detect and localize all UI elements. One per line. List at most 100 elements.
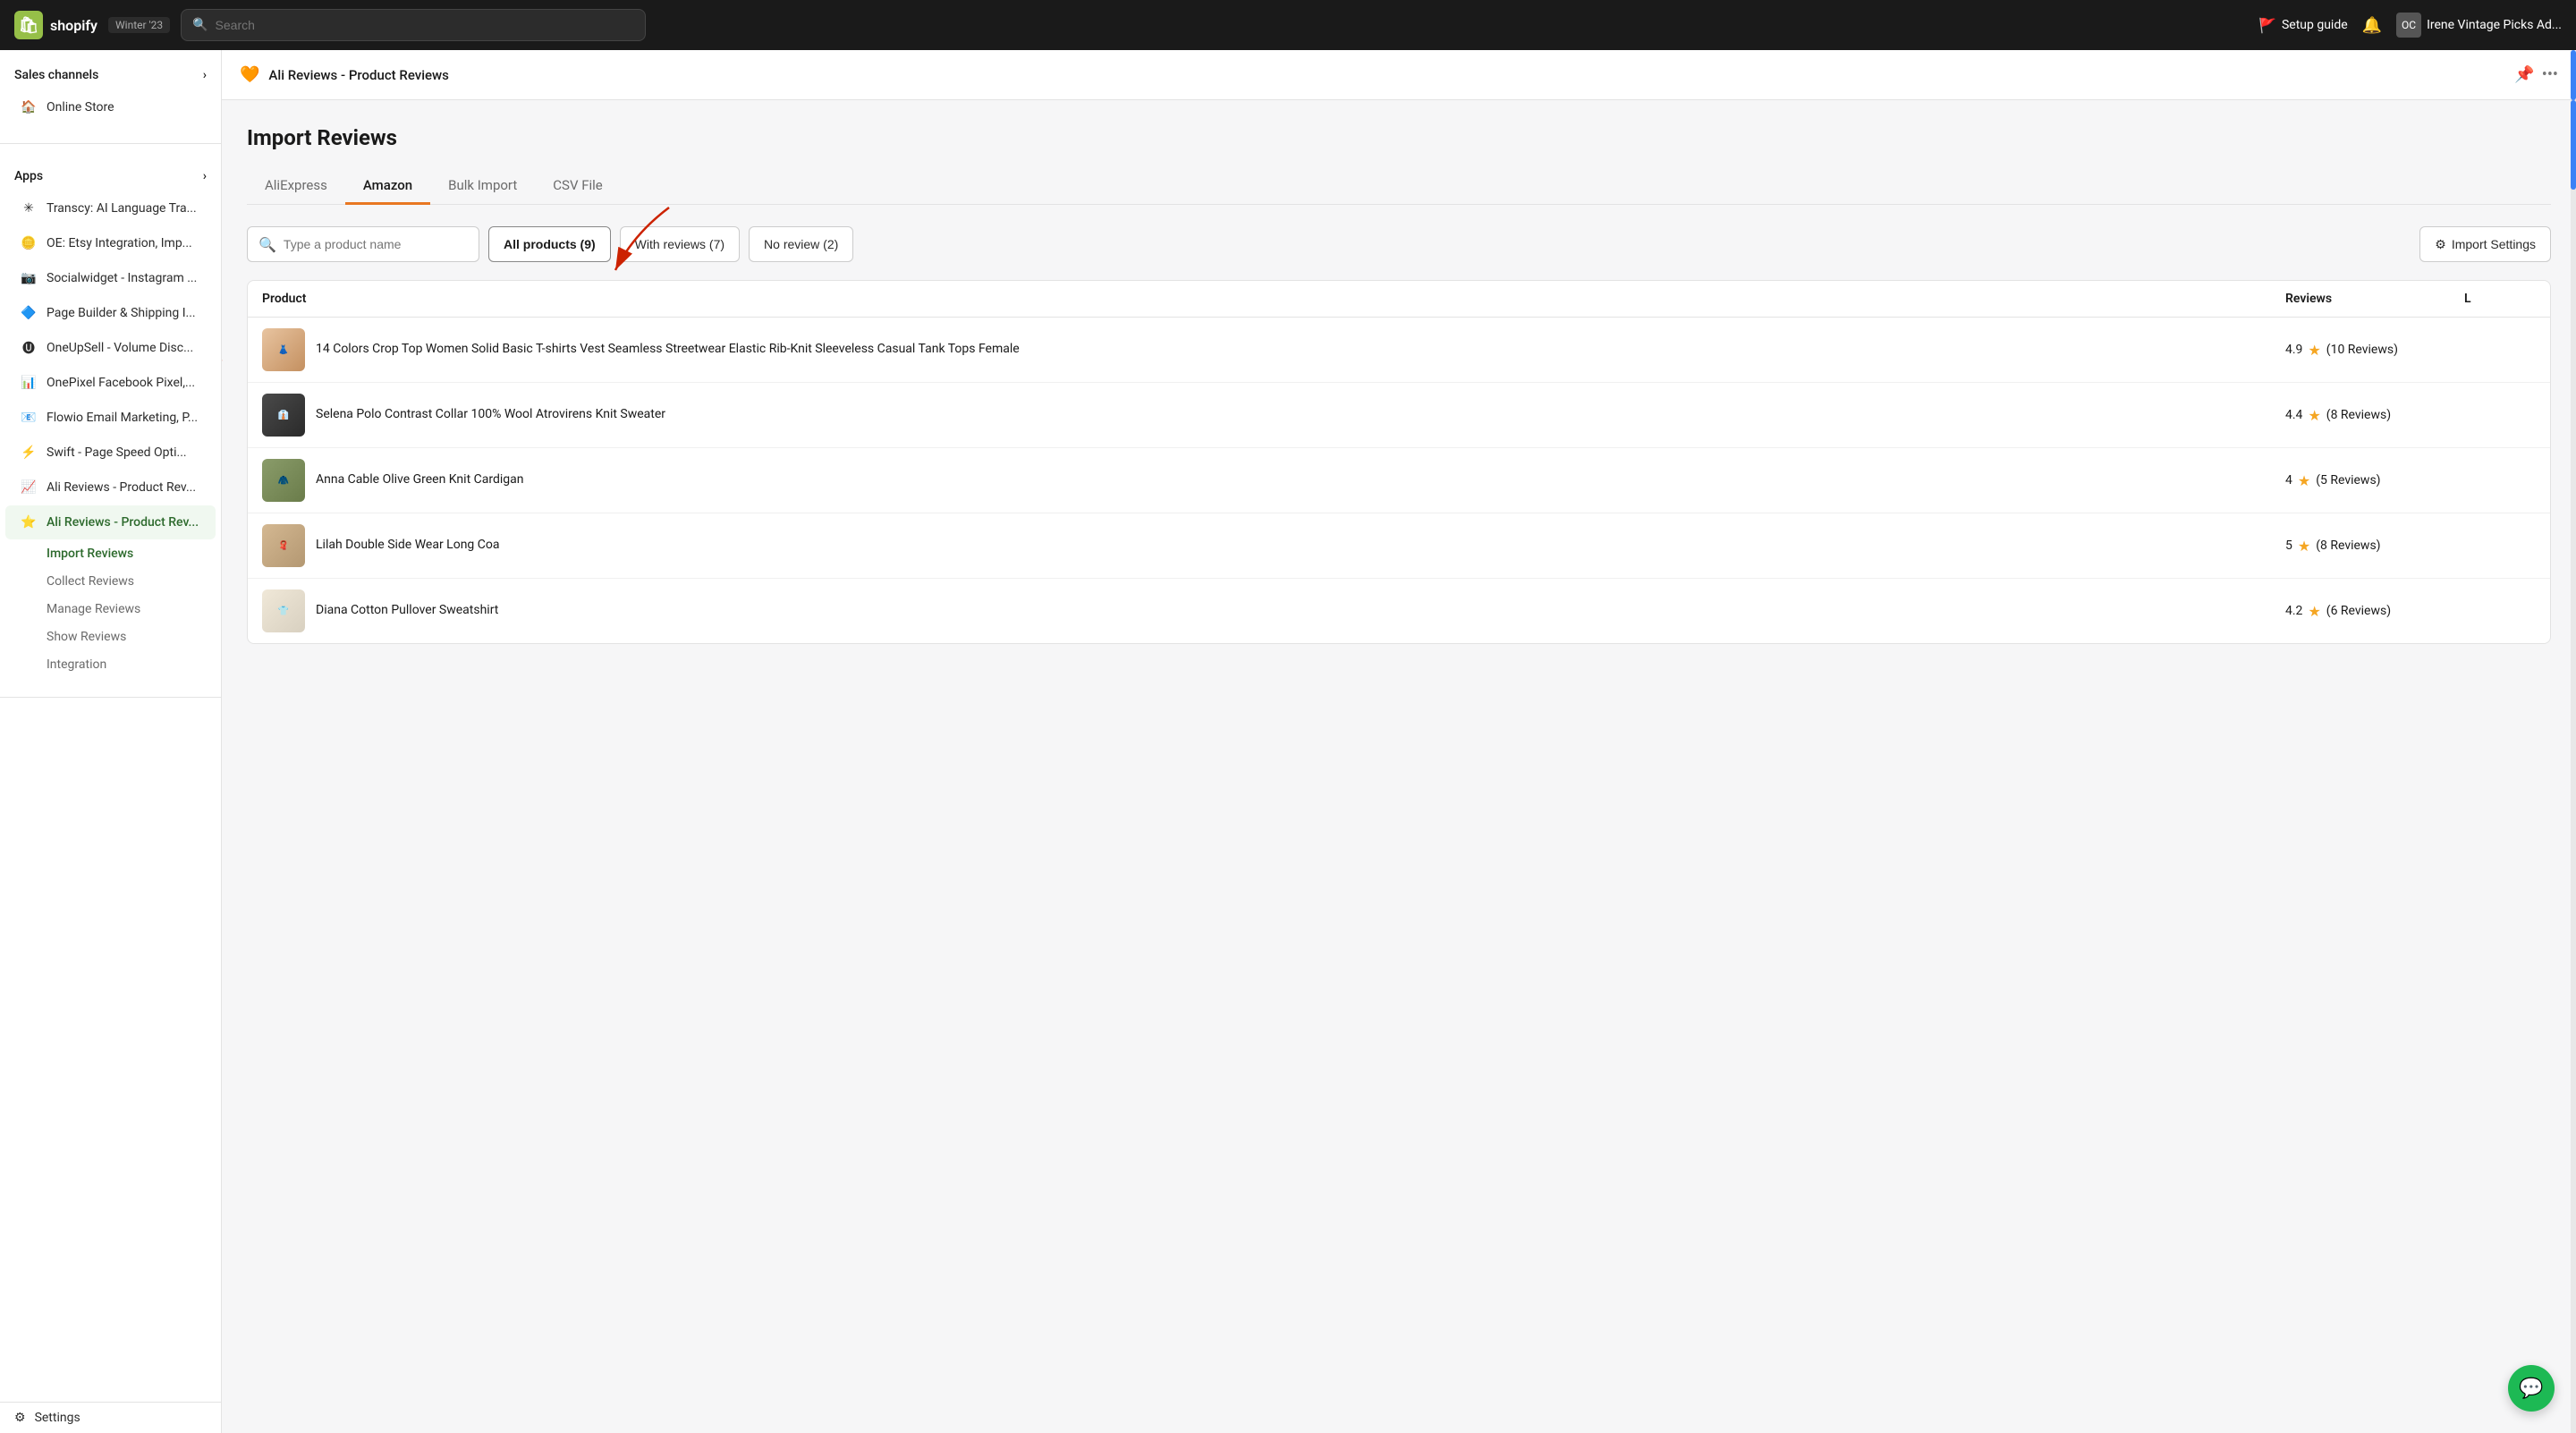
product-name-1: 14 Colors Crop Top Women Solid Basic T-s… [316, 341, 1020, 359]
no-review-filter[interactable]: No review (2) [749, 226, 853, 262]
sidebar-sub-collect-reviews[interactable]: Collect Reviews [5, 568, 216, 595]
star-icon-2: ★ [2308, 407, 2320, 424]
sidebar-divider-1 [0, 143, 221, 144]
with-reviews-filter[interactable]: With reviews (7) [620, 226, 740, 262]
apps-header[interactable]: Apps › [0, 162, 221, 191]
notifications-button[interactable]: 🔔 [2362, 16, 2382, 35]
oneupsell-label: OneUpSell - Volume Disc... [47, 341, 193, 355]
chevron-right-icon: › [203, 68, 207, 82]
oe-etsy-icon: 🪙 [20, 234, 38, 252]
search-icon: 🔍 [192, 18, 208, 32]
settings-item[interactable]: ⚙ Settings [0, 1402, 221, 1433]
sidebar-item-transcy[interactable]: ✳ Transcy: AI Language Tra... [5, 191, 216, 225]
table-row[interactable]: 🧣 Lilah Double Side Wear Long Coa 5 ★ (8… [248, 513, 2550, 579]
import-reviews-label: Import Reviews [47, 547, 133, 561]
star-icon-3: ★ [2298, 472, 2310, 489]
tab-amazon[interactable]: Amazon [345, 168, 430, 205]
chat-button[interactable]: 💬 [2508, 1365, 2555, 1412]
rating-2: 4.4 [2285, 408, 2302, 422]
search-bar[interactable]: 🔍 [181, 9, 646, 41]
sidebar-sub-show-reviews[interactable]: Show Reviews [5, 623, 216, 650]
product-thumb-2: 👔 [262, 394, 305, 437]
rating-3: 4 [2285, 473, 2292, 488]
sidebar-item-oe-etsy[interactable]: 🪙 OE: Etsy Integration, Imp... [5, 226, 216, 260]
table-row[interactable]: 🧥 Anna Cable Olive Green Knit Cardigan 4… [248, 448, 2550, 513]
table-row[interactable]: 👗 14 Colors Crop Top Women Solid Basic T… [248, 318, 2550, 383]
star-icon-4: ★ [2298, 538, 2310, 555]
sales-channels-section: Sales channels › 🏠 Online Store [0, 50, 221, 136]
table-row[interactable]: 👔 Selena Polo Contrast Collar 100% Wool … [248, 383, 2550, 448]
sidebar-item-online-store[interactable]: 🏠 Online Store [5, 90, 216, 124]
pin-icon[interactable]: 📌 [2514, 65, 2534, 84]
sidebar-item-onepixel[interactable]: 📊 OnePixel Facebook Pixel,... [5, 366, 216, 400]
shopify-logo[interactable]: 🛍 shopify [14, 11, 97, 39]
all-products-filter[interactable]: All products (9) [488, 226, 611, 262]
scrollbar-track [2571, 100, 2576, 1433]
product-table: Product Reviews L 👗 14 Colors Crop Top W… [247, 280, 2551, 644]
alireviews-label: Ali Reviews - Product Rev... [47, 515, 199, 530]
swift-icon: ⚡ [20, 444, 38, 462]
table-header: Product Reviews L [248, 281, 2550, 318]
product-thumb-5: 👕 [262, 589, 305, 632]
sidebar-item-oneupsell[interactable]: 🅤 OneUpSell - Volume Disc... [5, 331, 216, 365]
product-search-input[interactable] [284, 237, 468, 251]
search-input[interactable] [216, 18, 635, 32]
import-settings-button[interactable]: ⚙ Import Settings [2419, 226, 2551, 262]
page-builder-label: Page Builder & Shipping I... [47, 306, 196, 320]
setup-guide-button[interactable]: 🚩 Setup guide [2258, 17, 2348, 34]
sidebar-item-flowio[interactable]: 📧 Flowio Email Marketing, P... [5, 401, 216, 435]
rating-4: 5 [2285, 538, 2292, 553]
sidebar-item-page-builder[interactable]: 🔷 Page Builder & Shipping I... [5, 296, 216, 330]
integration-label: Integration [47, 657, 106, 672]
product-name-5: Diana Cotton Pullover Sweatshirt [316, 602, 498, 620]
sidebar-item-socialwidget[interactable]: 📷 Socialwidget - Instagram ... [5, 261, 216, 295]
product-cell-3: 🧥 Anna Cable Olive Green Knit Cardigan [262, 459, 2285, 502]
bell-icon: 🔔 [2362, 16, 2382, 35]
winter-badge: Winter '23 [108, 17, 170, 33]
product-thumb-3: 🧥 [262, 459, 305, 502]
more-options-icon[interactable]: ••• [2542, 65, 2558, 84]
review-count-5: (6 Reviews) [2326, 604, 2391, 618]
import-settings-label: Import Settings [2452, 237, 2536, 251]
sidebar-item-trueprofit[interactable]: 📈 Ali Reviews - Product Rev... [5, 471, 216, 505]
review-count-2: (8 Reviews) [2326, 408, 2391, 422]
content-area: 🧡 Ali Reviews - Product Reviews 📌 ••• Im… [222, 50, 2576, 1433]
store-avatar: OC [2396, 13, 2421, 38]
onepixel-icon: 📊 [20, 374, 38, 392]
product-search-container[interactable]: 🔍 [247, 226, 479, 262]
sidebar-sub-manage-reviews[interactable]: Manage Reviews [5, 596, 216, 623]
tab-aliexpress[interactable]: AliExpress [247, 168, 345, 205]
rating-1: 4.9 [2285, 343, 2302, 357]
review-count-3: (5 Reviews) [2316, 473, 2380, 488]
apps-section: Apps › ✳ Transcy: AI Language Tra... 🪙 O… [0, 151, 221, 690]
sales-channels-header[interactable]: Sales channels › [0, 61, 221, 89]
sidebar-item-swift[interactable]: ⚡ Swift - Page Speed Opti... [5, 436, 216, 470]
review-count-4: (8 Reviews) [2316, 538, 2380, 553]
reviews-cell-5: 4.2 ★ (6 Reviews) [2285, 603, 2464, 620]
rating-5: 4.2 [2285, 604, 2302, 618]
socialwidget-icon: 📷 [20, 269, 38, 287]
sidebar-sub-import-reviews[interactable]: Import Reviews [5, 540, 216, 567]
sidebar-item-alireviews[interactable]: ⭐ Ali Reviews - Product Rev... [5, 505, 216, 539]
search-product-icon: 🔍 [258, 236, 276, 253]
tab-csv-file[interactable]: CSV File [535, 168, 620, 205]
product-cell-5: 👕 Diana Cotton Pullover Sweatshirt [262, 589, 2285, 632]
alireviews-icon: ⭐ [20, 513, 38, 531]
table-row[interactable]: 👕 Diana Cotton Pullover Sweatshirt 4.2 ★… [248, 579, 2550, 643]
app-title: Ali Reviews - Product Reviews [268, 67, 448, 83]
trueprofit-icon: 📈 [20, 479, 38, 496]
transcy-label: Transcy: AI Language Tra... [47, 201, 197, 216]
chat-icon: 💬 [2519, 1378, 2543, 1400]
store-selector[interactable]: OC Irene Vintage Picks Ad... [2396, 13, 2562, 38]
show-reviews-label: Show Reviews [47, 630, 126, 644]
tab-bulk-import[interactable]: Bulk Import [430, 168, 535, 205]
socialwidget-label: Socialwidget - Instagram ... [47, 271, 197, 285]
flag-icon: 🚩 [2258, 17, 2276, 34]
scrollbar-thumb[interactable] [2571, 100, 2576, 190]
sidebar-sub-integration[interactable]: Integration [5, 651, 216, 678]
shopify-logo-icon: 🛍 [14, 11, 43, 39]
transcy-icon: ✳ [20, 199, 38, 217]
settings-label: Settings [35, 1411, 80, 1425]
reviews-cell-3: 4 ★ (5 Reviews) [2285, 472, 2464, 489]
page-builder-icon: 🔷 [20, 304, 38, 322]
